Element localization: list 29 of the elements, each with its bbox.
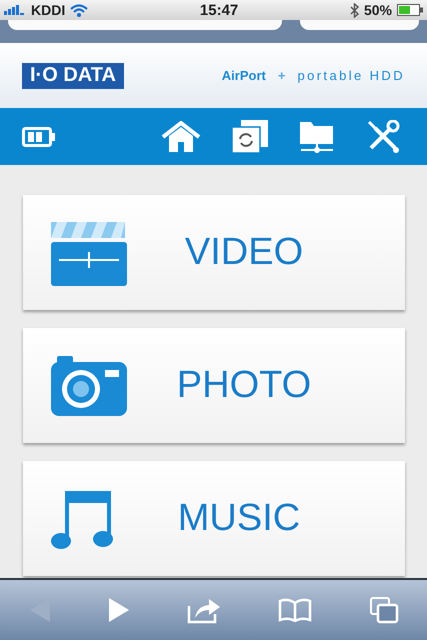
- home-icon: [161, 120, 201, 152]
- clock-time: 15:47: [198, 2, 240, 18]
- menu-label: PHOTO: [176, 364, 312, 407]
- search-field[interactable]: [300, 20, 419, 30]
- battery-percent: 50%: [364, 2, 392, 18]
- forward-arrow-icon: [108, 597, 130, 623]
- menu-card[interactable]: VIDEO: [23, 195, 405, 310]
- pages-icon: [368, 596, 398, 624]
- menu-label: MUSIC: [176, 497, 302, 540]
- wifi-icon: [70, 4, 88, 16]
- menu-label: VIDEO: [184, 231, 304, 274]
- menu-card[interactable]: PHOTO: [23, 328, 405, 443]
- product-subtitle: portable HDD: [297, 68, 405, 83]
- network-folder-icon: [299, 120, 335, 154]
- product-name: AirPort: [222, 68, 266, 83]
- carrier-name: KDDI: [31, 2, 66, 18]
- brand-logo: I·O DATA: [22, 62, 124, 88]
- plus-sign: +: [278, 68, 286, 83]
- settings-icon: [365, 120, 401, 154]
- menu-card[interactable]: MUSIC: [23, 461, 405, 576]
- battery-icon: [397, 4, 423, 16]
- folder-sync-icon: [231, 120, 269, 154]
- share-icon: [186, 596, 220, 624]
- battery-icon: [22, 126, 56, 146]
- book-icon: [278, 598, 312, 622]
- bluetooth-icon: [350, 2, 359, 18]
- signal-icon: [4, 5, 26, 15]
- address-field[interactable]: [8, 20, 282, 30]
- camera-icon: [49, 354, 129, 418]
